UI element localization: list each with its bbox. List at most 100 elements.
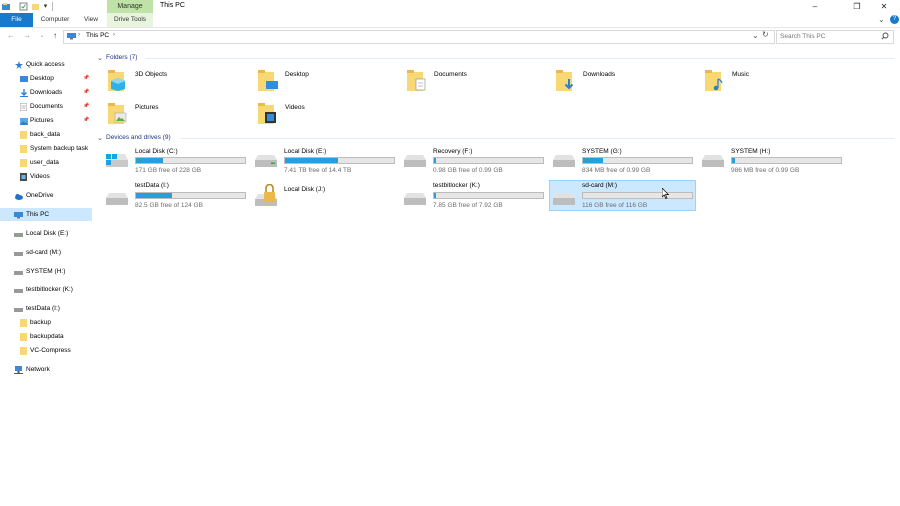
- drive-tile-i[interactable]: testData (I:) 82.5 GB free of 124 GB: [104, 180, 249, 212]
- drive-icon: [14, 305, 23, 312]
- manage-tab[interactable]: Manage: [107, 0, 153, 13]
- folder-tile-desktop[interactable]: Desktop: [256, 67, 396, 97]
- folder-tile-documents[interactable]: Documents: [405, 67, 545, 97]
- sidebar-item-network[interactable]: Network: [0, 363, 92, 376]
- usage-bar: [284, 157, 395, 164]
- sidebar-item-system-h[interactable]: SYSTEM (H:): [0, 265, 92, 278]
- pin-icon[interactable]: 📌: [83, 114, 89, 127]
- tab-view[interactable]: View: [80, 13, 102, 27]
- windows-drive-icon: [106, 154, 128, 167]
- drive-tile-j[interactable]: Local Disk (J:): [253, 180, 398, 212]
- folder-tile-3d-objects[interactable]: 3D Objects: [106, 67, 246, 97]
- folder-tile-pictures[interactable]: Pictures: [106, 100, 246, 130]
- refresh-icon[interactable]: ↻: [762, 30, 769, 39]
- downloads-icon: [20, 89, 28, 97]
- folder-icon: [20, 347, 27, 355]
- tab-file[interactable]: File: [0, 13, 33, 27]
- breadcrumb-chevron-icon[interactable]: ›: [78, 32, 80, 38]
- drive-icon: [404, 155, 426, 167]
- sidebar-item-user-data[interactable]: user_data: [0, 156, 92, 169]
- section-divider: [180, 138, 895, 139]
- expand-ribbon-icon[interactable]: ⌄: [878, 15, 885, 24]
- sidebar-item-local-disk-e[interactable]: Local Disk (E:): [0, 227, 92, 240]
- drive-tile-m[interactable]: sd-card (M:) 116 GB free of 116 GB: [551, 180, 696, 212]
- title-separator: [52, 2, 53, 11]
- sidebar-item-backup[interactable]: backup: [0, 316, 92, 329]
- sidebar-item-onedrive[interactable]: OneDrive: [0, 189, 92, 202]
- folder-icon: [20, 131, 27, 139]
- folder-tile-downloads[interactable]: Downloads: [554, 67, 694, 97]
- collapse-drives-icon[interactable]: ⌄: [97, 134, 103, 142]
- recent-locations-button[interactable]: ⌄: [37, 31, 47, 41]
- sidebar-item-documents[interactable]: Documents 📌: [0, 100, 92, 113]
- drive-icon: [702, 155, 724, 167]
- tab-computer[interactable]: Computer: [36, 13, 74, 27]
- usage-bar: [731, 157, 842, 164]
- drive-icon: [14, 286, 23, 293]
- pictures-icon: [20, 117, 28, 125]
- videos-icon: [20, 173, 27, 181]
- sidebar-item-videos[interactable]: Videos: [0, 170, 92, 183]
- drives-header[interactable]: Devices and drives (9): [106, 134, 171, 141]
- drive-icon: [14, 249, 23, 256]
- new-folder-icon[interactable]: [31, 2, 40, 11]
- drive-tile-g[interactable]: SYSTEM (G:) 834 MB free of 0.99 GB: [551, 146, 696, 178]
- drive-tile-f[interactable]: Recovery (F:) 0.98 GB free of 0.99 GB: [402, 146, 547, 178]
- sidebar-item-vc-compress[interactable]: VC-Compress: [0, 344, 92, 357]
- maximize-button[interactable]: ❐: [850, 1, 864, 12]
- forward-button[interactable]: →: [22, 31, 32, 41]
- usage-bar: [582, 192, 693, 199]
- drive-tile-e[interactable]: Local Disk (E:) 7.41 TB free of 14.4 TB: [253, 146, 398, 178]
- breadcrumb-chevron-icon[interactable]: ›: [113, 32, 115, 38]
- sidebar-item-this-pc[interactable]: This PC: [0, 208, 92, 221]
- sidebar-item-testbitlocker-k[interactable]: testbitlocker (K:): [0, 283, 92, 296]
- window-title: This PC: [160, 2, 185, 9]
- customize-toolbar-icon[interactable]: ▾: [41, 2, 50, 11]
- pin-icon[interactable]: 📌: [83, 100, 89, 113]
- usage-bar: [433, 192, 544, 199]
- desktop-icon: [20, 75, 28, 82]
- drive-tile-h[interactable]: SYSTEM (H:) 986 MB free of 0.99 GB: [700, 146, 845, 178]
- address-dropdown-icon[interactable]: ⌄: [752, 31, 759, 40]
- sidebar-item-backupdata[interactable]: backupdata: [0, 330, 92, 343]
- help-icon[interactable]: ?: [890, 15, 899, 24]
- address-bar[interactable]: [63, 30, 775, 44]
- sidebar-item-system-backup-task[interactable]: System backup task: [0, 142, 92, 155]
- sidebar-item-sd-card-m[interactable]: sd-card (M:): [0, 246, 92, 259]
- folders-header[interactable]: Folders (7): [106, 54, 137, 61]
- folder-icon: [20, 159, 27, 167]
- folder-tile-music[interactable]: Music: [703, 67, 843, 97]
- sidebar-item-quick-access[interactable]: Quick access: [0, 58, 92, 71]
- search-placeholder: Search This PC: [780, 33, 826, 40]
- pin-icon[interactable]: 📌: [83, 86, 89, 99]
- sidebar-item-back-data[interactable]: back_data: [0, 128, 92, 141]
- minimize-button[interactable]: –: [808, 1, 822, 12]
- properties-icon[interactable]: [19, 2, 28, 11]
- sidebar-item-desktop[interactable]: Desktop 📌: [0, 72, 92, 85]
- sidebar-item-pictures[interactable]: Pictures 📌: [0, 114, 92, 127]
- pin-icon[interactable]: 📌: [83, 72, 89, 85]
- breadcrumb-this-pc[interactable]: This PC: [86, 32, 109, 39]
- collapse-folders-icon[interactable]: ⌄: [97, 54, 103, 62]
- drive-tile-c[interactable]: Local Disk (C:) 171 GB free of 228 GB: [104, 146, 249, 178]
- explorer-app-icon[interactable]: [2, 2, 11, 11]
- section-divider: [145, 58, 895, 59]
- up-button[interactable]: ↑: [50, 31, 60, 41]
- sidebar-item-testdata-i[interactable]: testData (I:): [0, 302, 92, 315]
- close-button[interactable]: ✕: [877, 1, 891, 12]
- mouse-cursor-icon: [661, 187, 670, 201]
- drive-tile-k[interactable]: testbitlocker (K:) 7.85 GB free of 7.92 …: [402, 180, 547, 212]
- tab-drive-tools[interactable]: Drive Tools: [107, 13, 153, 27]
- search-icon[interactable]: [881, 32, 889, 42]
- sidebar-item-downloads[interactable]: Downloads 📌: [0, 86, 92, 99]
- pictures-folder-icon: [108, 103, 127, 124]
- back-button[interactable]: ←: [6, 31, 16, 41]
- usage-bar: [135, 192, 246, 199]
- usage-bar: [135, 157, 246, 164]
- documents-folder-icon: [407, 70, 426, 91]
- documents-icon: [19, 102, 28, 112]
- downloads-folder-icon: [556, 70, 574, 91]
- folder-tile-videos[interactable]: Videos: [256, 100, 396, 130]
- drive-icon: [14, 230, 23, 237]
- drive-icon: [553, 193, 575, 205]
